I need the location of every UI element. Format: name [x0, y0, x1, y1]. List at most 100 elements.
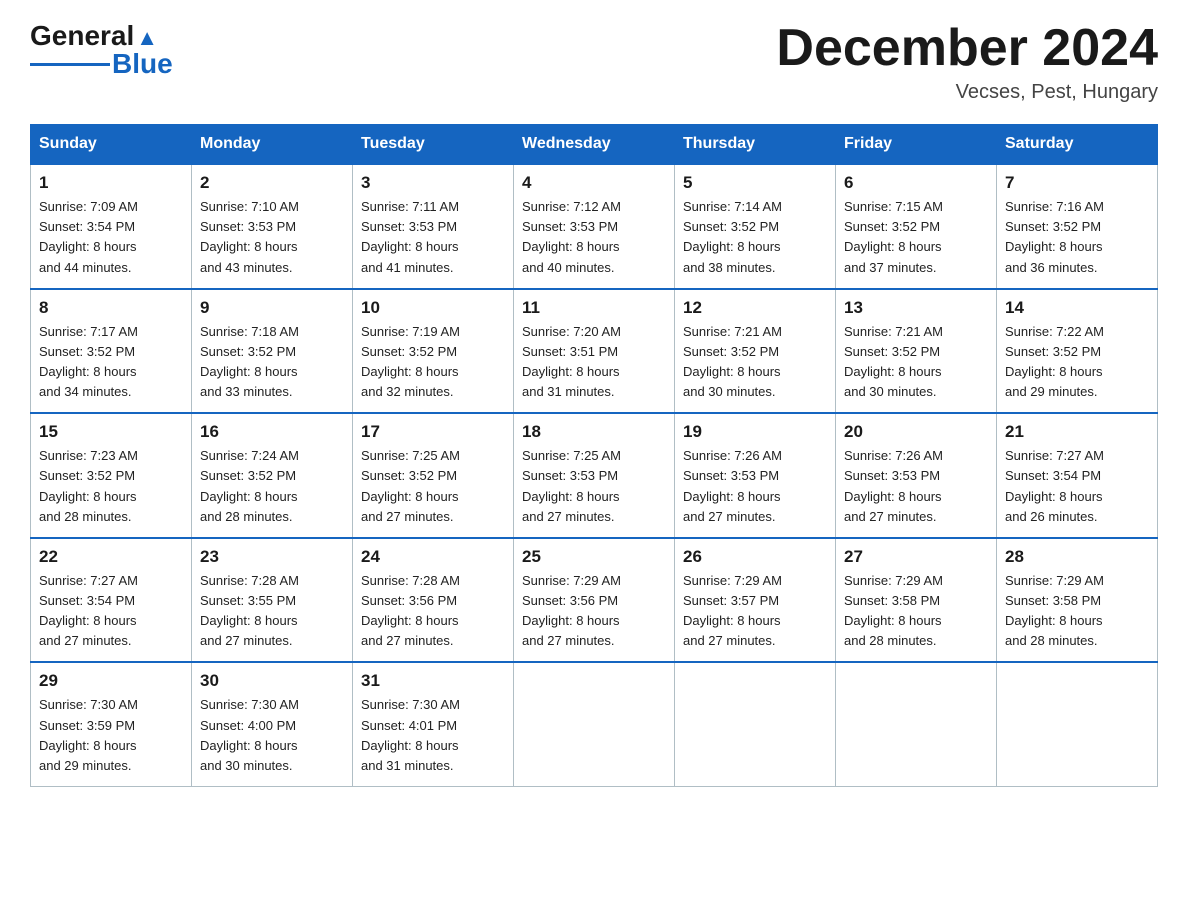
cell-week3-day2: 17 Sunrise: 7:25 AMSunset: 3:52 PMDaylig… [353, 413, 514, 538]
day-info: Sunrise: 7:28 AMSunset: 3:55 PMDaylight:… [200, 571, 344, 652]
day-number: 26 [683, 547, 827, 567]
cell-week3-day3: 18 Sunrise: 7:25 AMSunset: 3:53 PMDaylig… [514, 413, 675, 538]
cell-week1-day1: 2 Sunrise: 7:10 AMSunset: 3:53 PMDayligh… [192, 164, 353, 289]
cell-week1-day3: 4 Sunrise: 7:12 AMSunset: 3:53 PMDayligh… [514, 164, 675, 289]
header-sunday: Sunday [31, 125, 192, 165]
week-row-4: 22 Sunrise: 7:27 AMSunset: 3:54 PMDaylig… [31, 538, 1158, 663]
cell-week4-day2: 24 Sunrise: 7:28 AMSunset: 3:56 PMDaylig… [353, 538, 514, 663]
day-info: Sunrise: 7:20 AMSunset: 3:51 PMDaylight:… [522, 322, 666, 403]
logo-general: General [30, 20, 134, 51]
day-number: 13 [844, 298, 988, 318]
day-number: 21 [1005, 422, 1149, 442]
day-number: 11 [522, 298, 666, 318]
day-info: Sunrise: 7:14 AMSunset: 3:52 PMDaylight:… [683, 197, 827, 278]
cell-week4-day5: 27 Sunrise: 7:29 AMSunset: 3:58 PMDaylig… [836, 538, 997, 663]
cell-week3-day6: 21 Sunrise: 7:27 AMSunset: 3:54 PMDaylig… [997, 413, 1158, 538]
cell-week3-day5: 20 Sunrise: 7:26 AMSunset: 3:53 PMDaylig… [836, 413, 997, 538]
header-tuesday: Tuesday [353, 125, 514, 165]
day-info: Sunrise: 7:24 AMSunset: 3:52 PMDaylight:… [200, 446, 344, 527]
month-title: December 2024 [776, 20, 1158, 77]
week-row-2: 8 Sunrise: 7:17 AMSunset: 3:52 PMDayligh… [31, 289, 1158, 414]
cell-week4-day6: 28 Sunrise: 7:29 AMSunset: 3:58 PMDaylig… [997, 538, 1158, 663]
cell-week1-day4: 5 Sunrise: 7:14 AMSunset: 3:52 PMDayligh… [675, 164, 836, 289]
day-info: Sunrise: 7:27 AMSunset: 3:54 PMDaylight:… [39, 571, 183, 652]
day-info: Sunrise: 7:09 AMSunset: 3:54 PMDaylight:… [39, 197, 183, 278]
day-number: 8 [39, 298, 183, 318]
week-row-1: 1 Sunrise: 7:09 AMSunset: 3:54 PMDayligh… [31, 164, 1158, 289]
day-number: 4 [522, 173, 666, 193]
cell-week2-day5: 13 Sunrise: 7:21 AMSunset: 3:52 PMDaylig… [836, 289, 997, 414]
day-info: Sunrise: 7:23 AMSunset: 3:52 PMDaylight:… [39, 446, 183, 527]
day-number: 15 [39, 422, 183, 442]
day-number: 14 [1005, 298, 1149, 318]
day-number: 29 [39, 671, 183, 691]
day-info: Sunrise: 7:26 AMSunset: 3:53 PMDaylight:… [683, 446, 827, 527]
day-number: 16 [200, 422, 344, 442]
cell-week1-day6: 7 Sunrise: 7:16 AMSunset: 3:52 PMDayligh… [997, 164, 1158, 289]
day-info: Sunrise: 7:10 AMSunset: 3:53 PMDaylight:… [200, 197, 344, 278]
cell-week5-day4 [675, 662, 836, 786]
day-info: Sunrise: 7:30 AMSunset: 4:01 PMDaylight:… [361, 695, 505, 776]
day-info: Sunrise: 7:11 AMSunset: 3:53 PMDaylight:… [361, 197, 505, 278]
page-header: General▲ Blue December 2024 Vecses, Pest… [30, 20, 1158, 104]
day-number: 27 [844, 547, 988, 567]
header-monday: Monday [192, 125, 353, 165]
weekday-header-row: SundayMondayTuesdayWednesdayThursdayFrid… [31, 125, 1158, 165]
title-section: December 2024 Vecses, Pest, Hungary [776, 20, 1158, 104]
logo: General▲ Blue [30, 20, 173, 80]
header-saturday: Saturday [997, 125, 1158, 165]
cell-week2-day6: 14 Sunrise: 7:22 AMSunset: 3:52 PMDaylig… [997, 289, 1158, 414]
cell-week2-day4: 12 Sunrise: 7:21 AMSunset: 3:52 PMDaylig… [675, 289, 836, 414]
day-number: 31 [361, 671, 505, 691]
cell-week3-day4: 19 Sunrise: 7:26 AMSunset: 3:53 PMDaylig… [675, 413, 836, 538]
cell-week5-day1: 30 Sunrise: 7:30 AMSunset: 4:00 PMDaylig… [192, 662, 353, 786]
cell-week4-day3: 25 Sunrise: 7:29 AMSunset: 3:56 PMDaylig… [514, 538, 675, 663]
day-number: 23 [200, 547, 344, 567]
day-info: Sunrise: 7:29 AMSunset: 3:57 PMDaylight:… [683, 571, 827, 652]
header-friday: Friday [836, 125, 997, 165]
day-number: 2 [200, 173, 344, 193]
day-info: Sunrise: 7:29 AMSunset: 3:58 PMDaylight:… [1005, 571, 1149, 652]
day-number: 18 [522, 422, 666, 442]
day-info: Sunrise: 7:30 AMSunset: 3:59 PMDaylight:… [39, 695, 183, 776]
cell-week2-day1: 9 Sunrise: 7:18 AMSunset: 3:52 PMDayligh… [192, 289, 353, 414]
cell-week4-day1: 23 Sunrise: 7:28 AMSunset: 3:55 PMDaylig… [192, 538, 353, 663]
day-info: Sunrise: 7:22 AMSunset: 3:52 PMDaylight:… [1005, 322, 1149, 403]
cell-week2-day0: 8 Sunrise: 7:17 AMSunset: 3:52 PMDayligh… [31, 289, 192, 414]
day-info: Sunrise: 7:18 AMSunset: 3:52 PMDaylight:… [200, 322, 344, 403]
cell-week5-day2: 31 Sunrise: 7:30 AMSunset: 4:01 PMDaylig… [353, 662, 514, 786]
day-info: Sunrise: 7:17 AMSunset: 3:52 PMDaylight:… [39, 322, 183, 403]
day-number: 17 [361, 422, 505, 442]
day-number: 19 [683, 422, 827, 442]
header-thursday: Thursday [675, 125, 836, 165]
day-info: Sunrise: 7:25 AMSunset: 3:53 PMDaylight:… [522, 446, 666, 527]
day-number: 28 [1005, 547, 1149, 567]
cell-week4-day4: 26 Sunrise: 7:29 AMSunset: 3:57 PMDaylig… [675, 538, 836, 663]
day-number: 30 [200, 671, 344, 691]
day-info: Sunrise: 7:21 AMSunset: 3:52 PMDaylight:… [683, 322, 827, 403]
logo-blue-text: Blue [112, 48, 173, 80]
day-number: 3 [361, 173, 505, 193]
cell-week5-day0: 29 Sunrise: 7:30 AMSunset: 3:59 PMDaylig… [31, 662, 192, 786]
day-number: 7 [1005, 173, 1149, 193]
cell-week5-day6 [997, 662, 1158, 786]
cell-week2-day2: 10 Sunrise: 7:19 AMSunset: 3:52 PMDaylig… [353, 289, 514, 414]
day-info: Sunrise: 7:21 AMSunset: 3:52 PMDaylight:… [844, 322, 988, 403]
day-number: 22 [39, 547, 183, 567]
day-number: 24 [361, 547, 505, 567]
cell-week1-day5: 6 Sunrise: 7:15 AMSunset: 3:52 PMDayligh… [836, 164, 997, 289]
cell-week3-day0: 15 Sunrise: 7:23 AMSunset: 3:52 PMDaylig… [31, 413, 192, 538]
day-info: Sunrise: 7:25 AMSunset: 3:52 PMDaylight:… [361, 446, 505, 527]
week-row-5: 29 Sunrise: 7:30 AMSunset: 3:59 PMDaylig… [31, 662, 1158, 786]
day-number: 20 [844, 422, 988, 442]
cell-week5-day5 [836, 662, 997, 786]
cell-week2-day3: 11 Sunrise: 7:20 AMSunset: 3:51 PMDaylig… [514, 289, 675, 414]
day-info: Sunrise: 7:12 AMSunset: 3:53 PMDaylight:… [522, 197, 666, 278]
day-info: Sunrise: 7:27 AMSunset: 3:54 PMDaylight:… [1005, 446, 1149, 527]
cell-week5-day3 [514, 662, 675, 786]
day-info: Sunrise: 7:29 AMSunset: 3:56 PMDaylight:… [522, 571, 666, 652]
cell-week1-day0: 1 Sunrise: 7:09 AMSunset: 3:54 PMDayligh… [31, 164, 192, 289]
day-number: 1 [39, 173, 183, 193]
day-number: 6 [844, 173, 988, 193]
week-row-3: 15 Sunrise: 7:23 AMSunset: 3:52 PMDaylig… [31, 413, 1158, 538]
